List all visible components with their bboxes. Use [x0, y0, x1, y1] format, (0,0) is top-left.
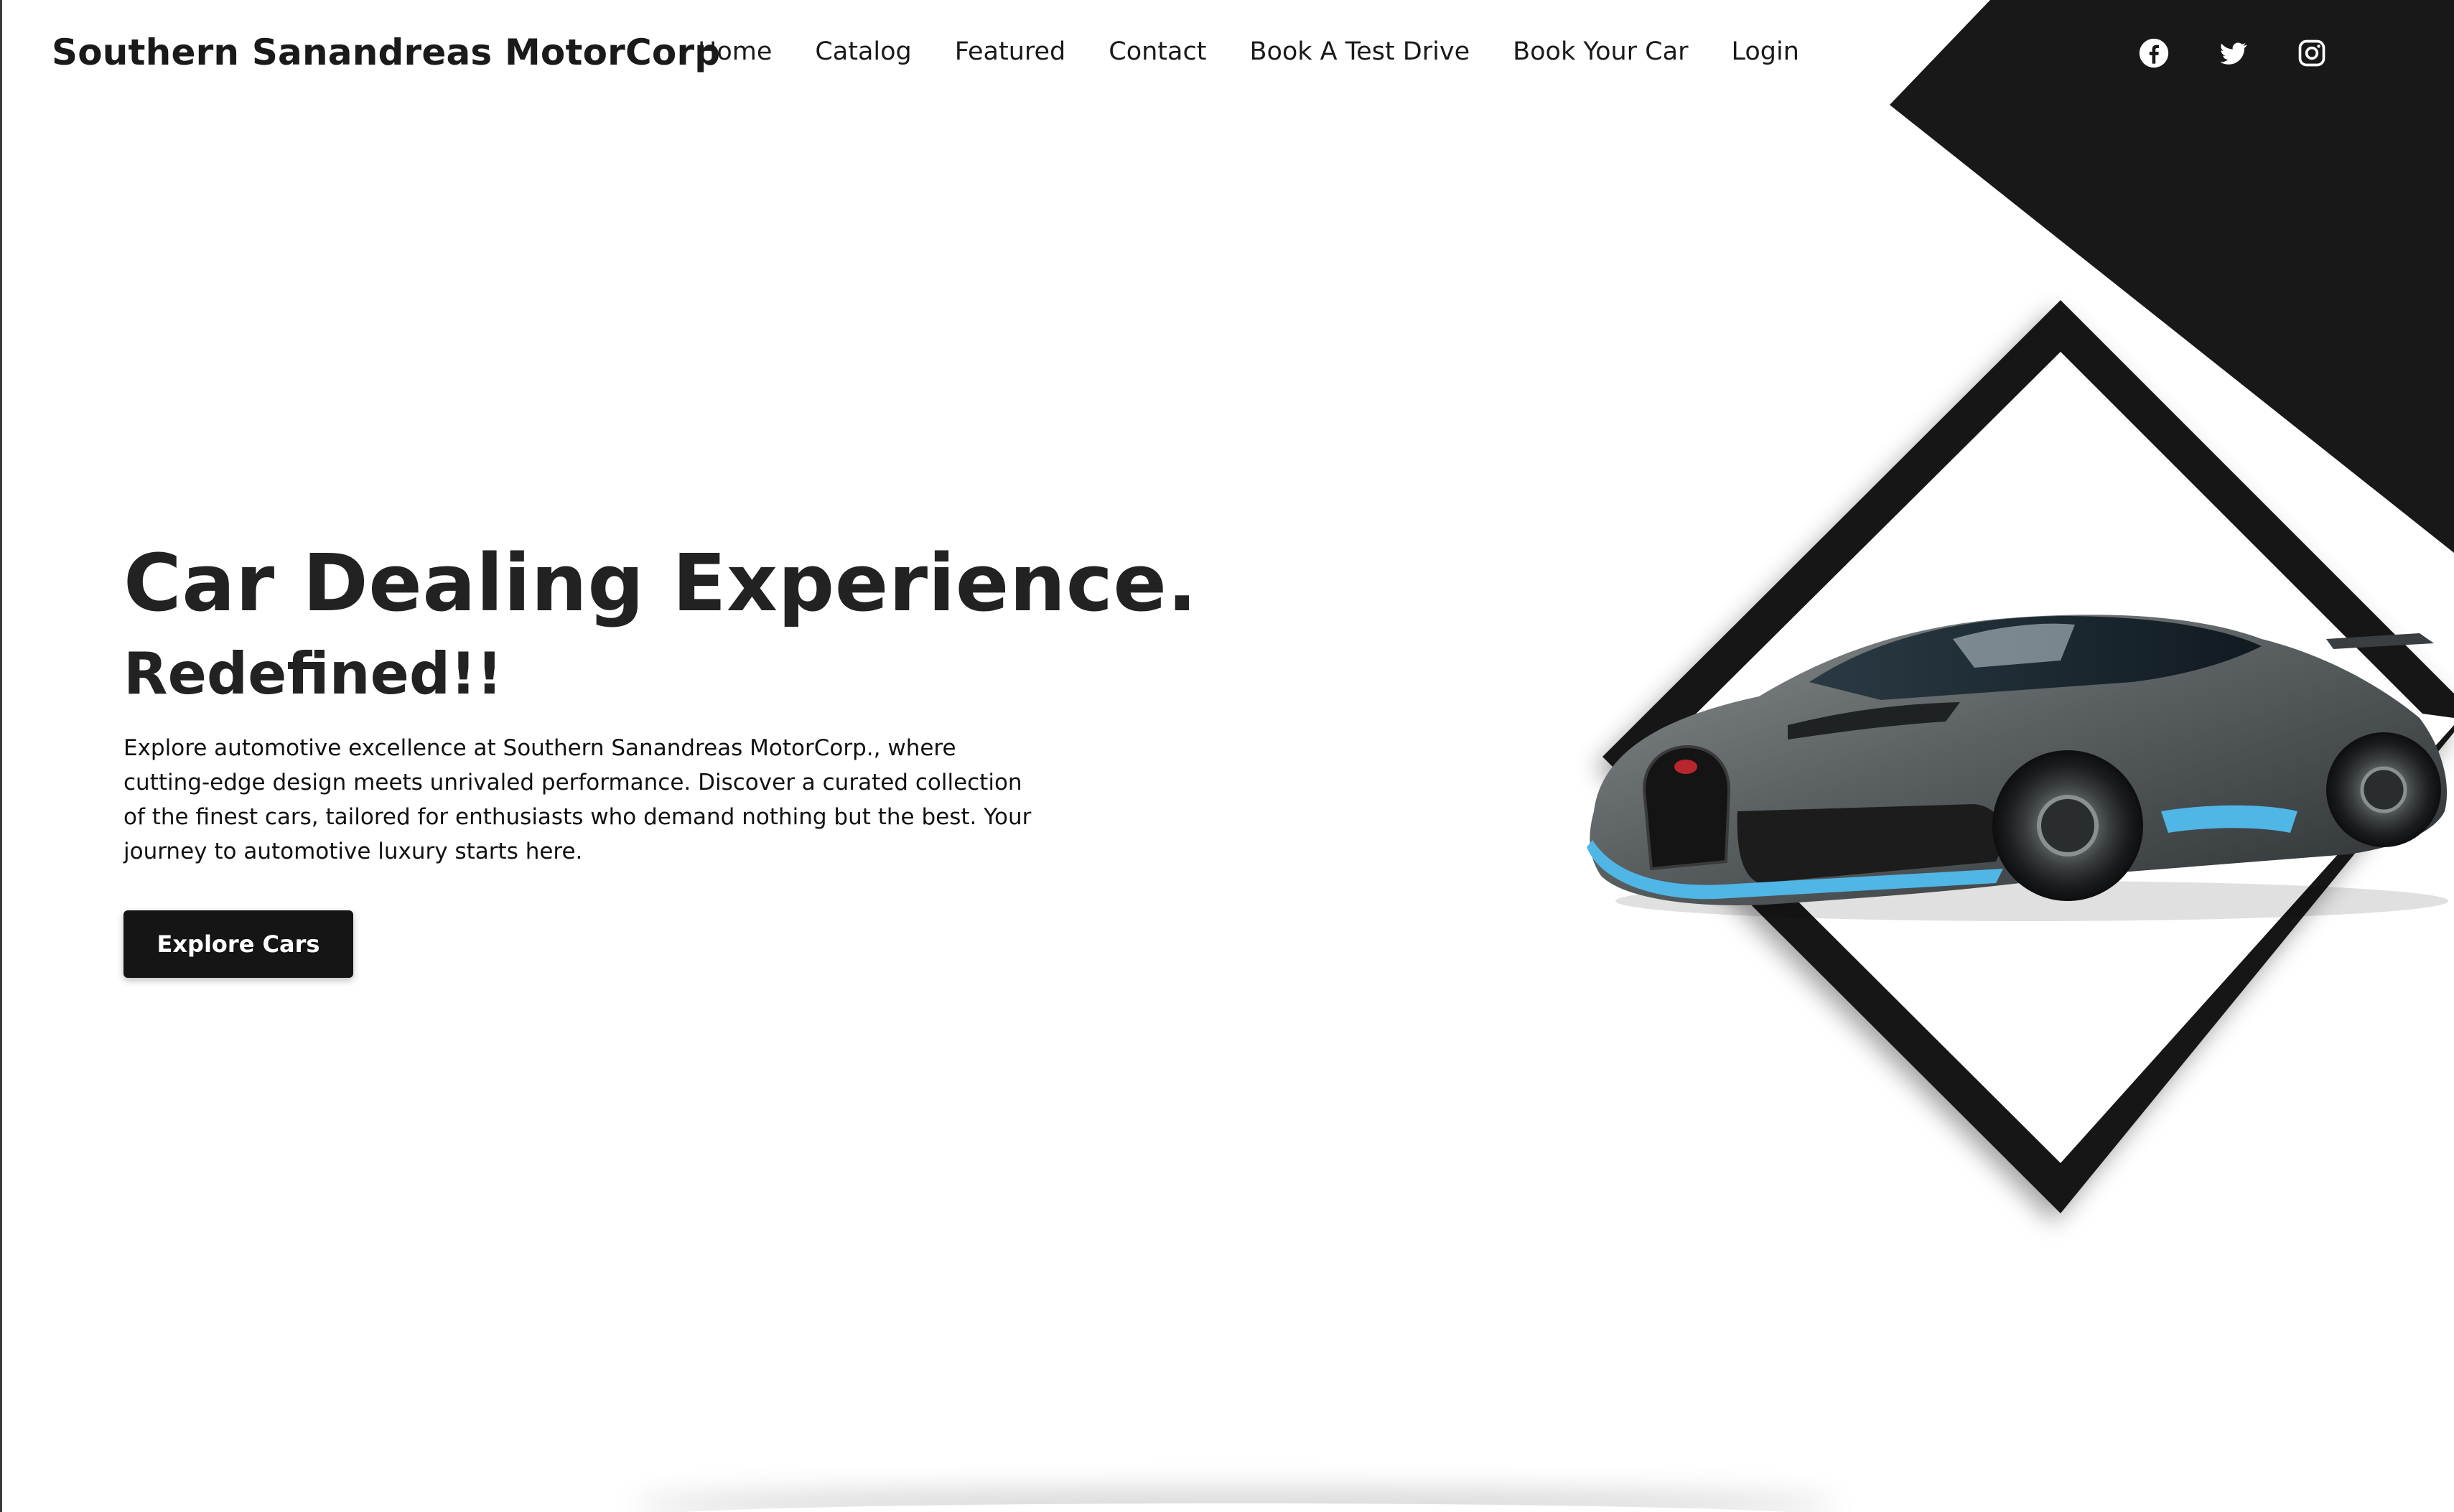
- instagram-icon[interactable]: [2296, 37, 2328, 69]
- social-links: [2138, 37, 2328, 69]
- car-image: [1587, 615, 2448, 921]
- nav-catalog[interactable]: Catalog: [815, 37, 911, 66]
- hero-title: Car Dealing Experience.: [123, 537, 1198, 629]
- nav-home[interactable]: Home: [698, 37, 772, 66]
- nav-book-test-drive[interactable]: Book A Test Drive: [1249, 37, 1470, 66]
- explore-cars-button[interactable]: Explore Cars: [123, 910, 353, 978]
- main-nav: Home Catalog Featured Contact Book A Tes…: [698, 37, 1799, 66]
- facebook-icon[interactable]: [2138, 37, 2170, 69]
- nav-book-your-car[interactable]: Book Your Car: [1513, 37, 1688, 66]
- nav-login[interactable]: Login: [1731, 37, 1798, 66]
- twitter-icon[interactable]: [2217, 37, 2249, 69]
- hero-subtitle: Redefined!!: [123, 640, 503, 707]
- nav-featured[interactable]: Featured: [955, 37, 1065, 66]
- nav-contact[interactable]: Contact: [1109, 37, 1206, 66]
- hero-description: Explore automotive excellence at Souther…: [123, 735, 1032, 864]
- landing-page: Southern Sanandreas MotorCorp Home Catal…: [0, 0, 2454, 1512]
- brand-logo[interactable]: Southern Sanandreas MotorCorp: [52, 32, 720, 73]
